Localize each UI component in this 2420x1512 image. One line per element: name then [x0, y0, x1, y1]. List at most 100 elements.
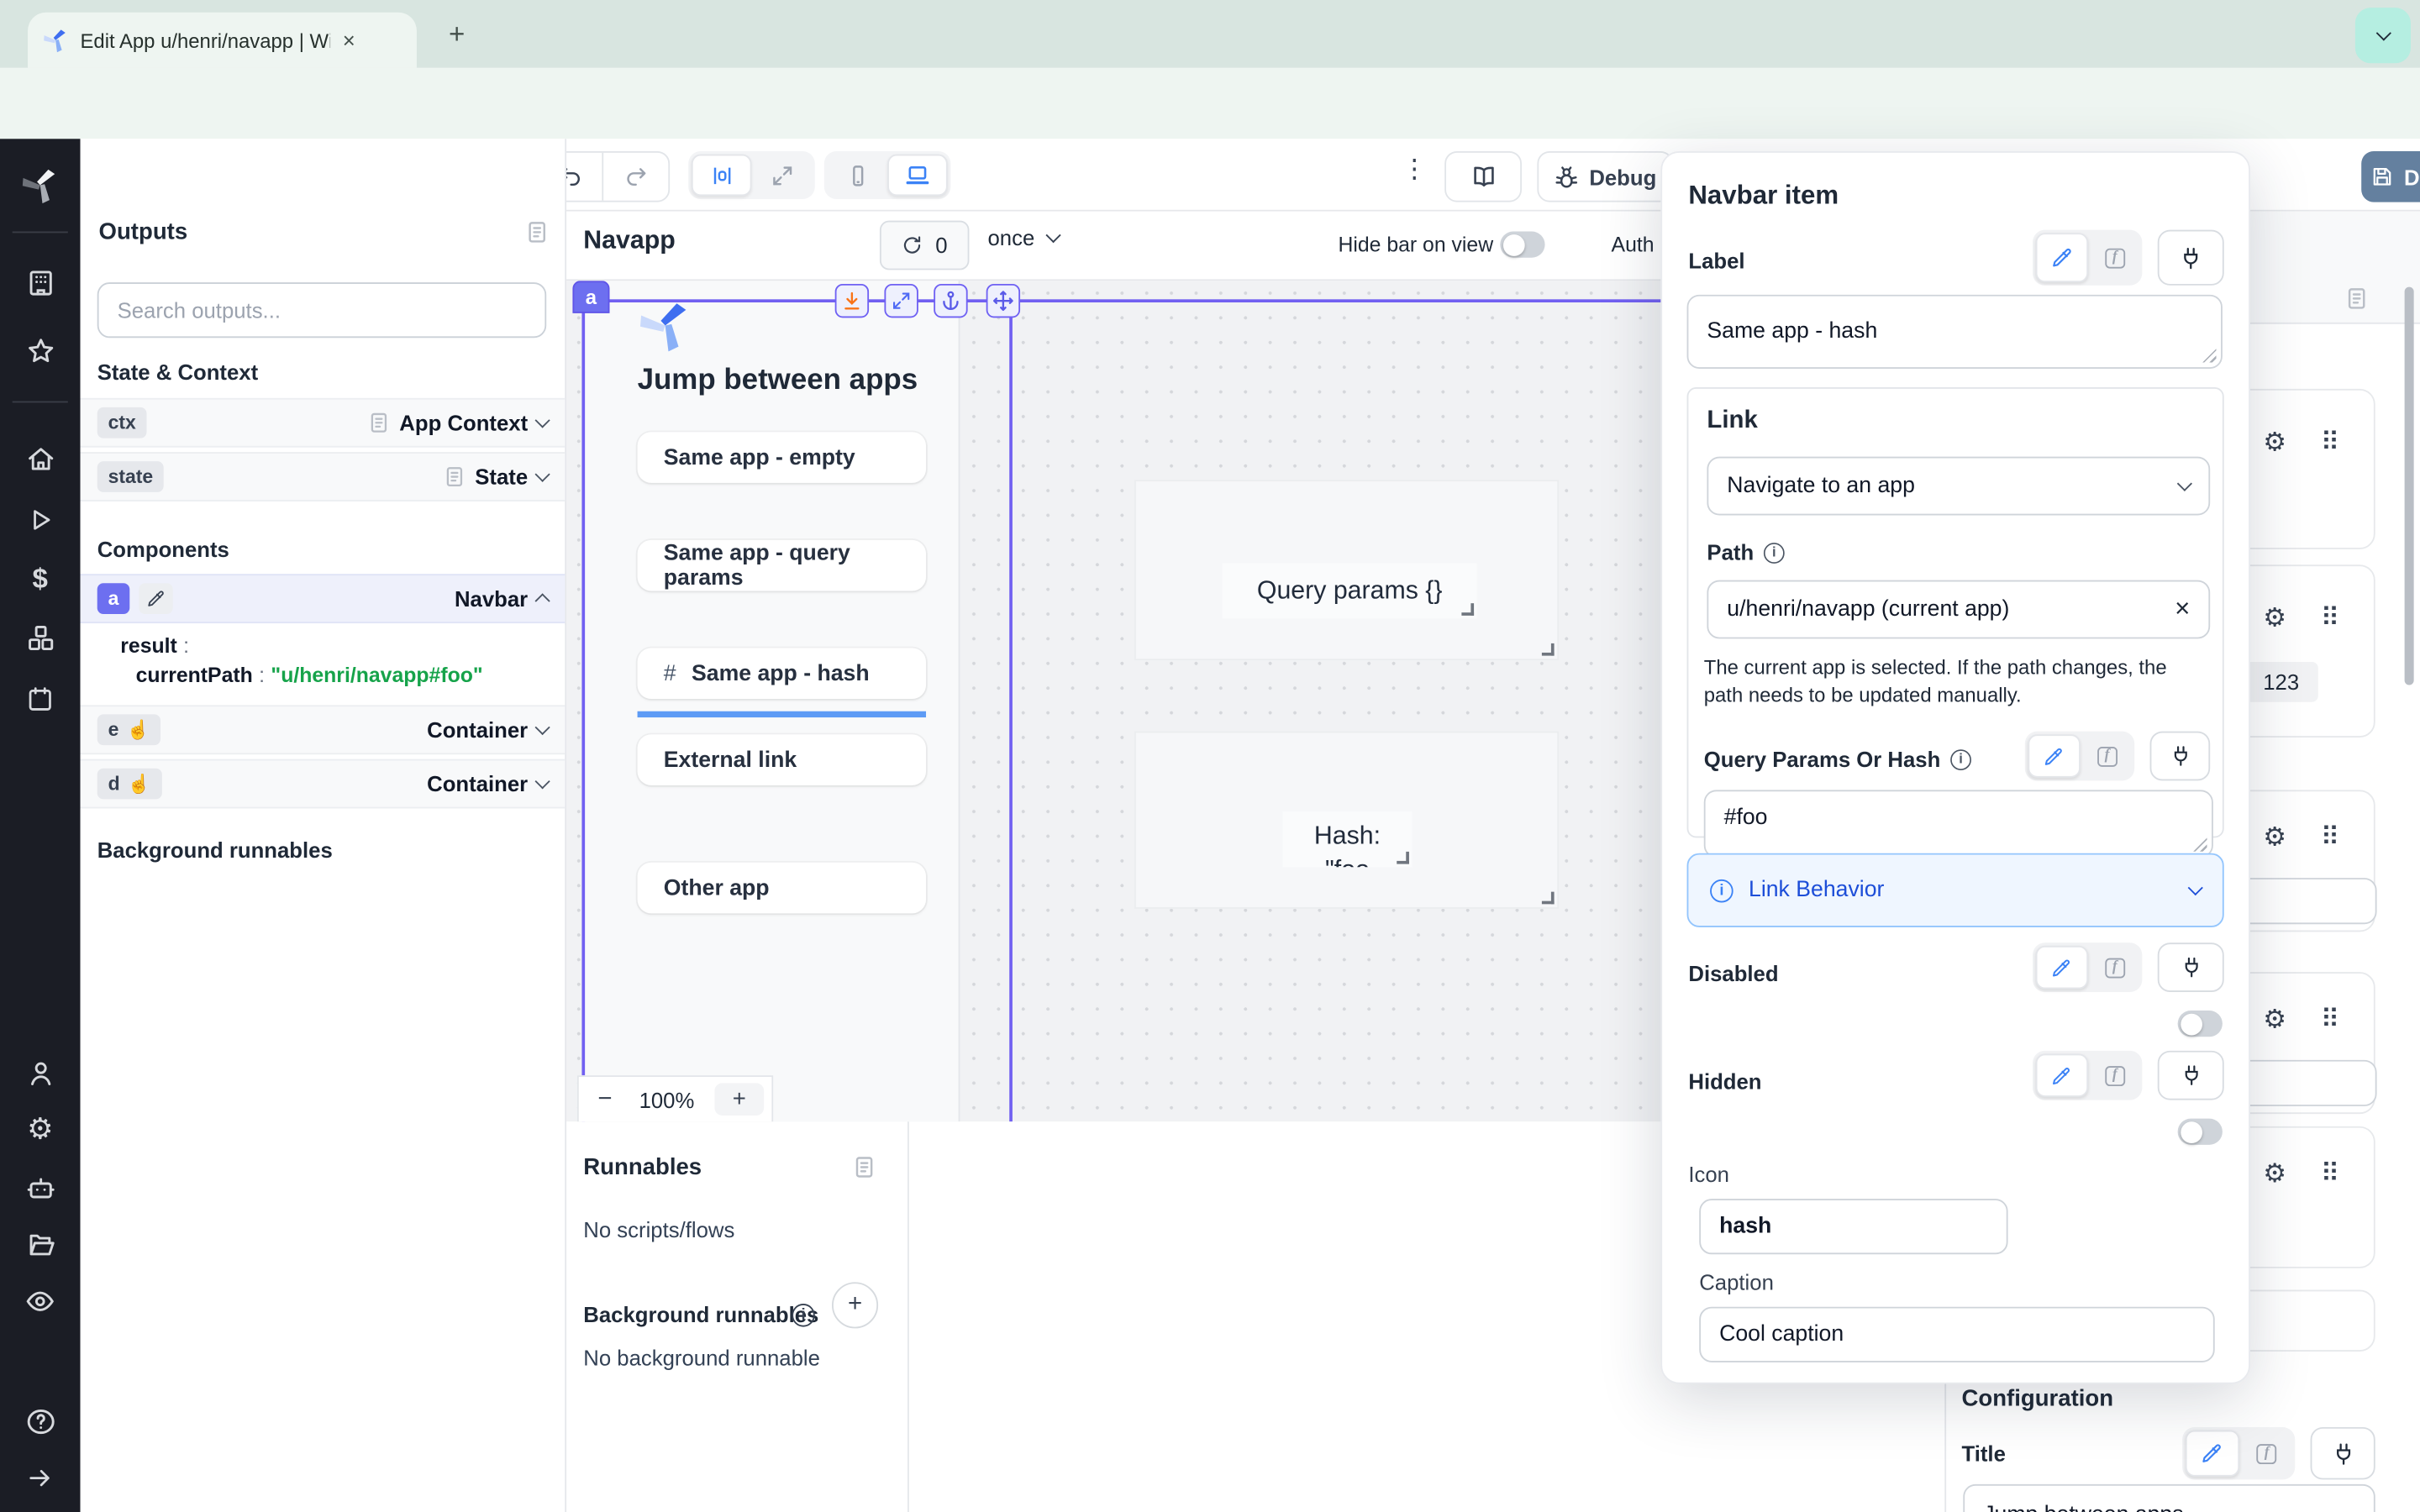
info-icon[interactable]: i — [1765, 542, 1786, 563]
connect-plug-icon[interactable] — [2158, 942, 2224, 992]
favorites-star-icon[interactable] — [24, 333, 57, 367]
partial-input[interactable] — [2235, 878, 2377, 924]
chevron-down-icon[interactable] — [535, 720, 550, 735]
schedules-icon[interactable] — [24, 682, 57, 716]
zoom-out-icon[interactable]: − — [579, 1085, 631, 1113]
fx-mode-icon[interactable]: f — [2242, 1431, 2292, 1477]
users-icon[interactable] — [24, 1055, 57, 1089]
expand-down-icon[interactable] — [835, 284, 869, 318]
add-background-runnable-button[interactable]: + — [832, 1282, 878, 1328]
static-pencil-icon[interactable] — [2036, 1053, 2088, 1096]
settings-gear-icon[interactable]: ⚙ — [24, 1112, 57, 1146]
grip-icon[interactable]: ⠿ — [2321, 1005, 2340, 1036]
browser-tab[interactable]: Edit App u/henri/navapp | Win × — [28, 13, 417, 68]
hide-bar-toggle[interactable] — [1500, 232, 1544, 258]
nav-item-external-link[interactable]: External link — [638, 734, 926, 785]
home-icon[interactable] — [24, 441, 57, 475]
audit-eye-icon[interactable] — [24, 1284, 57, 1317]
result-key[interactable]: result — [120, 634, 177, 658]
currentpath-key[interactable]: currentPath — [136, 664, 253, 687]
gear-icon[interactable]: ⚙ — [2263, 822, 2286, 853]
grip-icon[interactable]: ⠿ — [2321, 603, 2340, 634]
gear-icon[interactable]: ⚙ — [2263, 1158, 2286, 1189]
info-icon[interactable]: i — [1951, 748, 1972, 769]
query-params-textarea[interactable]: #foo — [1704, 790, 2213, 858]
scrollbar-thumb[interactable] — [2405, 287, 2414, 685]
navbar-component-surface[interactable] — [583, 281, 960, 1121]
connect-plug-icon[interactable] — [2158, 1051, 2224, 1100]
workspace-icon[interactable] — [24, 265, 57, 299]
info-icon[interactable]: i — [792, 1304, 815, 1327]
connect-plug-icon[interactable] — [2311, 1427, 2375, 1479]
chevron-up-icon[interactable] — [535, 593, 550, 608]
title-input[interactable]: Jump between apps — [1963, 1484, 2375, 1512]
tab-close-icon[interactable]: × — [343, 28, 355, 52]
static-pencil-icon[interactable] — [2036, 233, 2088, 282]
centered-layout-button[interactable] — [692, 155, 752, 197]
panel-doc-icon[interactable] — [852, 1154, 876, 1180]
doc-icon[interactable] — [443, 465, 466, 489]
static-pencil-icon[interactable] — [2186, 1431, 2238, 1477]
partial-input[interactable] — [2235, 1060, 2377, 1106]
static-pencil-icon[interactable] — [2028, 734, 2080, 777]
nav-item-same-app-query-params[interactable]: Same app - query params — [638, 540, 926, 591]
help-icon[interactable] — [24, 1404, 57, 1437]
zoom-in-icon[interactable]: + — [714, 1083, 764, 1116]
chevron-down-icon[interactable] — [535, 774, 550, 789]
fullscreen-icon[interactable] — [884, 284, 918, 318]
path-input[interactable]: u/henri/navapp (current app) × — [1707, 580, 2210, 639]
fx-mode-icon[interactable]: f — [2083, 734, 2132, 777]
move-handle-icon[interactable] — [986, 284, 1020, 318]
panel-doc-icon[interactable] — [2344, 286, 2369, 312]
tab-search-chevron[interactable] — [2355, 8, 2411, 63]
selected-component-badge[interactable]: a — [572, 281, 609, 313]
resize-corner-icon[interactable] — [1397, 852, 1409, 864]
grip-icon[interactable]: ⠿ — [2321, 1158, 2340, 1189]
connect-plug-icon[interactable] — [2150, 732, 2211, 781]
anchor-icon[interactable] — [934, 284, 967, 318]
gear-icon[interactable]: ⚙ — [2263, 603, 2286, 634]
runs-icon[interactable] — [24, 503, 57, 537]
ctx-row[interactable]: ctx App Context — [81, 398, 566, 448]
workers-bot-icon[interactable] — [24, 1169, 57, 1203]
variables-icon[interactable]: $ — [24, 562, 57, 596]
windmill-logo-icon[interactable] — [22, 166, 59, 203]
textarea-resize-icon[interactable] — [2193, 837, 2207, 852]
chevron-down-icon[interactable] — [535, 412, 550, 428]
icon-input[interactable]: hash — [1699, 1199, 2007, 1254]
hidden-toggle[interactable] — [2178, 1119, 2223, 1145]
nav-item-same-app-hash[interactable]: # Same app - hash — [638, 648, 926, 699]
edit-component-pencil-icon[interactable] — [139, 583, 172, 614]
debug-button[interactable]: Debug — [1537, 151, 1673, 202]
new-tab-icon[interactable]: + — [439, 15, 476, 52]
disabled-toggle[interactable] — [2178, 1011, 2223, 1037]
fx-mode-icon[interactable]: f — [2091, 1053, 2139, 1096]
state-row[interactable]: state State — [81, 452, 566, 501]
frequency-dropdown[interactable]: once — [988, 225, 1060, 249]
search-outputs-input[interactable]: Search outputs... — [97, 282, 546, 338]
collapse-rail-icon[interactable] — [24, 1461, 57, 1494]
redo-button[interactable] — [603, 153, 668, 201]
link-type-select[interactable]: Navigate to an app — [1707, 457, 2210, 516]
resources-icon[interactable] — [24, 620, 57, 654]
desktop-view-button[interactable] — [887, 155, 948, 197]
gear-icon[interactable]: ⚙ — [2263, 1005, 2286, 1036]
container-d-row[interactable]: d☝ Container — [81, 759, 566, 809]
panel-doc-icon[interactable] — [524, 219, 549, 245]
doc-icon[interactable] — [367, 411, 391, 435]
link-behavior-collapsible[interactable]: i Link Behavior — [1687, 853, 2224, 927]
docs-button[interactable] — [1444, 151, 1522, 202]
chevron-down-icon[interactable] — [535, 467, 550, 482]
container-e-row[interactable]: e☝ Container — [81, 705, 566, 754]
static-pencil-icon[interactable] — [2036, 946, 2088, 989]
caption-input[interactable]: Cool caption — [1699, 1307, 2214, 1362]
fullwidth-layout-button[interactable] — [751, 155, 812, 197]
mobile-view-button[interactable] — [827, 155, 887, 197]
folders-icon[interactable] — [24, 1226, 57, 1260]
resize-corner-icon[interactable] — [1461, 603, 1474, 616]
grip-icon[interactable]: ⠿ — [2321, 822, 2340, 853]
nav-item-other-app[interactable]: Other app — [638, 863, 926, 914]
resize-corner-icon[interactable] — [1542, 643, 1555, 656]
nav-item-same-app-empty[interactable]: Same app - empty — [638, 432, 926, 483]
more-options-icon[interactable]: ⋮ — [1402, 155, 1428, 186]
